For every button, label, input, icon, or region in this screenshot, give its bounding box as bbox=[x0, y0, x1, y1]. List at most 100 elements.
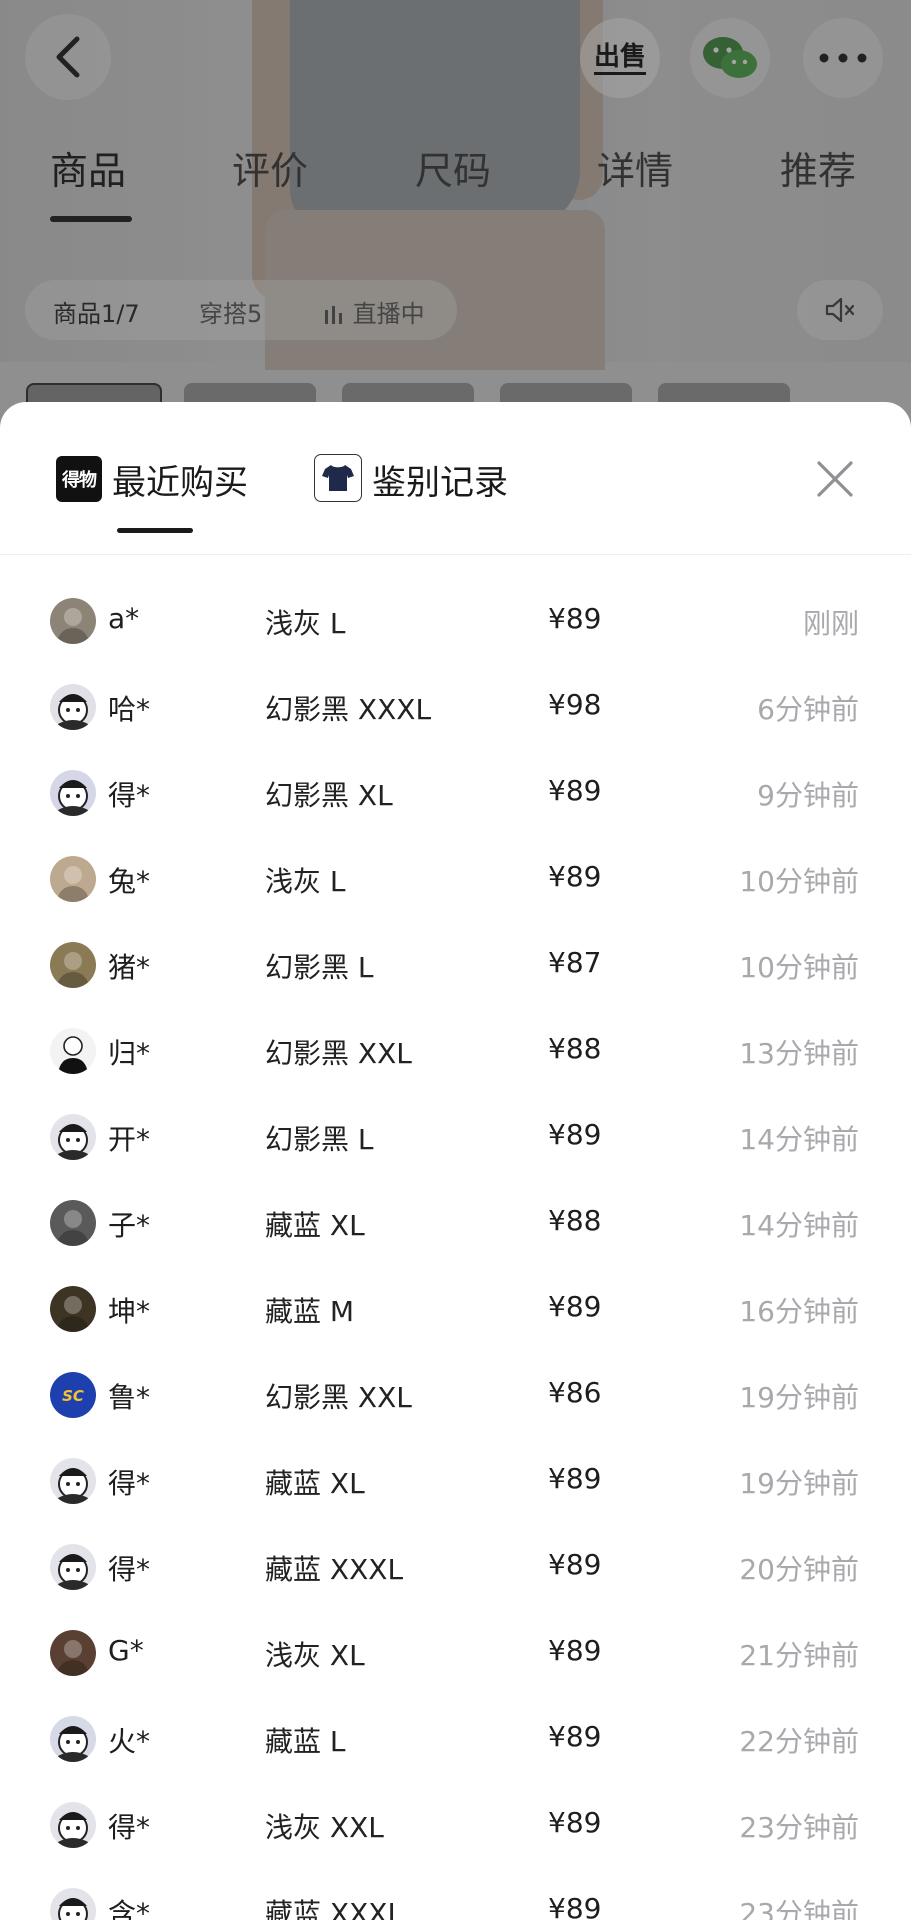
variant-spec: 幻影黑 L bbox=[265, 1123, 374, 1156]
price: ¥88 bbox=[548, 1032, 602, 1065]
variant-spec: 幻影黑 XL bbox=[265, 779, 393, 812]
purchase-row: 兔* 浅灰 L ¥89 10分钟前 bbox=[0, 836, 911, 922]
close-icon bbox=[817, 461, 853, 497]
purchase-time: 23分钟前 bbox=[739, 1811, 859, 1844]
cartoon-avatar-icon bbox=[58, 694, 88, 730]
variant-spec: 浅灰 L bbox=[265, 607, 346, 640]
purchase-time: 6分钟前 bbox=[757, 693, 859, 726]
buyer-name: G* bbox=[108, 1634, 144, 1667]
avatar[interactable] bbox=[50, 1028, 96, 1074]
price: ¥89 bbox=[548, 1290, 602, 1323]
avatar[interactable] bbox=[50, 1630, 96, 1676]
buyer-name: 含* bbox=[108, 1897, 151, 1920]
purchase-time: 10分钟前 bbox=[739, 865, 859, 898]
sheet-active-tab-indicator bbox=[117, 528, 193, 533]
avatar[interactable] bbox=[50, 770, 96, 816]
buyer-name: 得* bbox=[108, 779, 151, 812]
price: ¥89 bbox=[548, 1720, 602, 1753]
avatar[interactable] bbox=[50, 1200, 96, 1246]
product-page-background: 出售 商品 评价 尺码 详情 推荐 商品1/7 穿搭5 直播中 bbox=[0, 0, 911, 420]
variant-spec: 藏蓝 XL bbox=[265, 1467, 365, 1500]
photo-avatar-icon bbox=[56, 608, 90, 644]
variant-spec: 藏蓝 M bbox=[265, 1295, 355, 1328]
purchase-row: G* 浅灰 XL ¥89 21分钟前 bbox=[0, 1610, 911, 1696]
tab-authentication-records[interactable]: 鉴别记录 bbox=[372, 455, 508, 504]
avatar[interactable] bbox=[50, 942, 96, 988]
buyer-name: 得* bbox=[108, 1811, 151, 1844]
dewu-logo-icon: 得物 bbox=[56, 456, 102, 502]
variant-spec: 藏蓝 L bbox=[265, 1725, 346, 1758]
buyer-name: a* bbox=[108, 602, 140, 635]
avatar[interactable] bbox=[50, 598, 96, 644]
buyer-name: 得* bbox=[108, 1553, 151, 1586]
variant-spec: 浅灰 XXL bbox=[265, 1811, 384, 1844]
purchase-time: 14分钟前 bbox=[739, 1209, 859, 1242]
price: ¥88 bbox=[548, 1204, 602, 1237]
tshirt-icon bbox=[314, 454, 362, 502]
variant-spec: 藏蓝 XL bbox=[265, 1209, 365, 1242]
price: ¥89 bbox=[548, 602, 602, 635]
purchase-row: 子* 藏蓝 XL ¥88 14分钟前 bbox=[0, 1180, 911, 1266]
purchase-row: 含* 藏蓝 XXXL ¥89 23分钟前 bbox=[0, 1868, 911, 1920]
price: ¥89 bbox=[548, 774, 602, 807]
avatar[interactable] bbox=[50, 856, 96, 902]
purchase-time: 21分钟前 bbox=[739, 1639, 859, 1672]
sheet-header: 得物 最近购买 鉴别记录 bbox=[0, 402, 911, 555]
cartoon-avatar-icon bbox=[58, 1468, 88, 1504]
avatar[interactable] bbox=[50, 1802, 96, 1848]
buyer-name: 猪* bbox=[108, 951, 151, 984]
price: ¥89 bbox=[548, 1892, 602, 1920]
purchase-row: 开* 幻影黑 L ¥89 14分钟前 bbox=[0, 1094, 911, 1180]
purchase-row: 归* 幻影黑 XXL ¥88 13分钟前 bbox=[0, 1008, 911, 1094]
modal-overlay[interactable] bbox=[0, 0, 911, 420]
price: ¥89 bbox=[548, 1548, 602, 1581]
variant-spec: 幻影黑 XXL bbox=[265, 1381, 412, 1414]
purchase-row: 得* 藏蓝 XXXL ¥89 20分钟前 bbox=[0, 1524, 911, 1610]
recent-purchases-sheet: 得物 最近购买 鉴别记录 a* 浅灰 L ¥89 刚刚 哈* 幻影黑 XXXL ¥98 6分钟… bbox=[0, 402, 911, 1920]
photo-avatar-icon bbox=[56, 866, 90, 902]
purchase-time: 20分钟前 bbox=[739, 1553, 859, 1586]
close-button[interactable] bbox=[812, 456, 858, 502]
photo-avatar-icon bbox=[56, 1296, 90, 1332]
purchase-row: 坤* 藏蓝 M ¥89 16分钟前 bbox=[0, 1266, 911, 1352]
sketch-avatar-icon bbox=[58, 1036, 88, 1074]
buyer-name: 坤* bbox=[108, 1295, 151, 1328]
price: ¥89 bbox=[548, 1118, 602, 1151]
avatar[interactable] bbox=[50, 1458, 96, 1504]
avatar[interactable] bbox=[50, 1544, 96, 1590]
purchase-row: 火* 藏蓝 L ¥89 22分钟前 bbox=[0, 1696, 911, 1782]
cartoon-avatar-icon bbox=[58, 1124, 88, 1160]
avatar[interactable] bbox=[50, 1114, 96, 1160]
buyer-name: 得* bbox=[108, 1467, 151, 1500]
avatar[interactable]: SC bbox=[50, 1372, 96, 1418]
purchase-time: 23分钟前 bbox=[739, 1897, 859, 1920]
tab-recent-purchases[interactable]: 最近购买 bbox=[112, 455, 248, 504]
price: ¥87 bbox=[548, 946, 602, 979]
purchase-row: 得* 浅灰 XXL ¥89 23分钟前 bbox=[0, 1782, 911, 1868]
cartoon-avatar-icon bbox=[58, 1812, 88, 1848]
purchase-time: 19分钟前 bbox=[739, 1467, 859, 1500]
avatar[interactable] bbox=[50, 1286, 96, 1332]
buyer-name: 开* bbox=[108, 1123, 151, 1156]
buyer-name: 子* bbox=[108, 1209, 151, 1242]
buyer-name: 鲁* bbox=[108, 1381, 151, 1414]
purchase-row: 哈* 幻影黑 XXXL ¥98 6分钟前 bbox=[0, 664, 911, 750]
avatar[interactable] bbox=[50, 1888, 96, 1920]
purchase-time: 9分钟前 bbox=[757, 779, 859, 812]
variant-spec: 藏蓝 XXXL bbox=[265, 1897, 404, 1920]
price: ¥98 bbox=[548, 688, 602, 721]
purchase-row: 得* 藏蓝 XL ¥89 19分钟前 bbox=[0, 1438, 911, 1524]
avatar[interactable] bbox=[50, 1716, 96, 1762]
variant-spec: 幻影黑 XXXL bbox=[265, 693, 432, 726]
variant-spec: 幻影黑 XXL bbox=[265, 1037, 412, 1070]
purchase-time: 14分钟前 bbox=[739, 1123, 859, 1156]
avatar[interactable] bbox=[50, 684, 96, 730]
price: ¥89 bbox=[548, 1462, 602, 1495]
cartoon-avatar-icon bbox=[58, 1898, 88, 1920]
purchase-time: 10分钟前 bbox=[739, 951, 859, 984]
variant-spec: 浅灰 L bbox=[265, 865, 346, 898]
variant-spec: 浅灰 XL bbox=[265, 1639, 365, 1672]
variant-spec: 幻影黑 L bbox=[265, 951, 374, 984]
purchase-row: SC 鲁* 幻影黑 XXL ¥86 19分钟前 bbox=[0, 1352, 911, 1438]
buyer-name: 哈* bbox=[108, 693, 151, 726]
